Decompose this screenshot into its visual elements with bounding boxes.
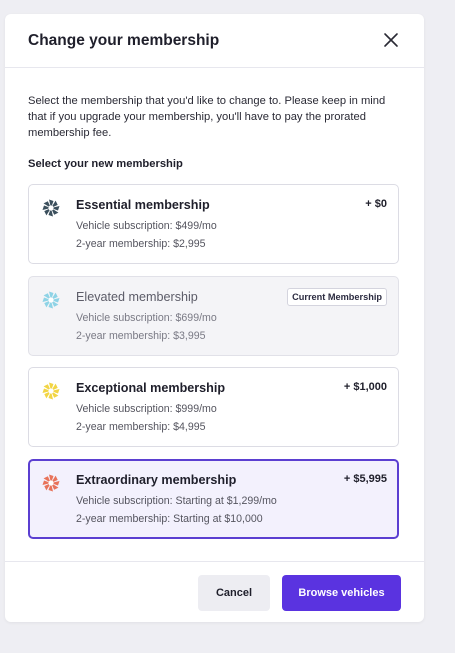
close-button[interactable] [382,31,400,49]
close-icon [384,33,398,47]
two-year-membership-text: 2-year membership: $4,995 [76,421,206,433]
membership-option-extraordinary[interactable]: Extraordinary membership Vehicle subscri… [28,459,399,539]
modal-header: Change your membership [5,14,424,68]
intro-text: Select the membership that you'd like to… [28,95,386,139]
star-burst-icon [42,382,60,400]
star-burst-icon [42,474,60,492]
price-difference: + $0 [365,198,387,210]
two-year-membership-text: 2-year membership: $3,995 [76,330,206,342]
two-year-membership-text: 2-year membership: Starting at $10,000 [76,513,263,525]
membership-title: Elevated membership [76,290,198,304]
membership-option-elevated: Elevated membership Vehicle subscription… [28,276,399,356]
cancel-button[interactable]: Cancel [198,575,270,611]
vehicle-subscription-text: Vehicle subscription: Starting at $1,299… [76,495,277,507]
price-difference: + $5,995 [343,473,387,485]
vehicle-subscription-text: Vehicle subscription: $499/mo [76,220,217,232]
change-membership-modal: Change your membership Select the member… [5,14,424,622]
membership-option-exceptional[interactable]: Exceptional membership Vehicle subscript… [28,367,399,447]
two-year-membership-text: 2-year membership: $2,995 [76,238,206,250]
vehicle-subscription-text: Vehicle subscription: $699/mo [76,312,217,324]
star-burst-icon [42,291,60,309]
current-membership-badge: Current Membership [287,288,387,306]
modal-footer: Cancel Browse vehicles [5,561,424,622]
membership-title: Exceptional membership [76,381,226,395]
membership-title: Extraordinary membership [76,473,237,487]
membership-option-essential[interactable]: Essential membership Vehicle subscriptio… [28,184,399,264]
price-difference: + $1,000 [343,381,387,393]
section-label: Select your new membership [28,158,183,170]
membership-title: Essential membership [76,198,210,212]
modal-title: Change your membership [28,32,220,49]
vehicle-subscription-text: Vehicle subscription: $999/mo [76,403,217,415]
browse-vehicles-button[interactable]: Browse vehicles [282,575,401,611]
star-burst-icon [42,199,60,217]
